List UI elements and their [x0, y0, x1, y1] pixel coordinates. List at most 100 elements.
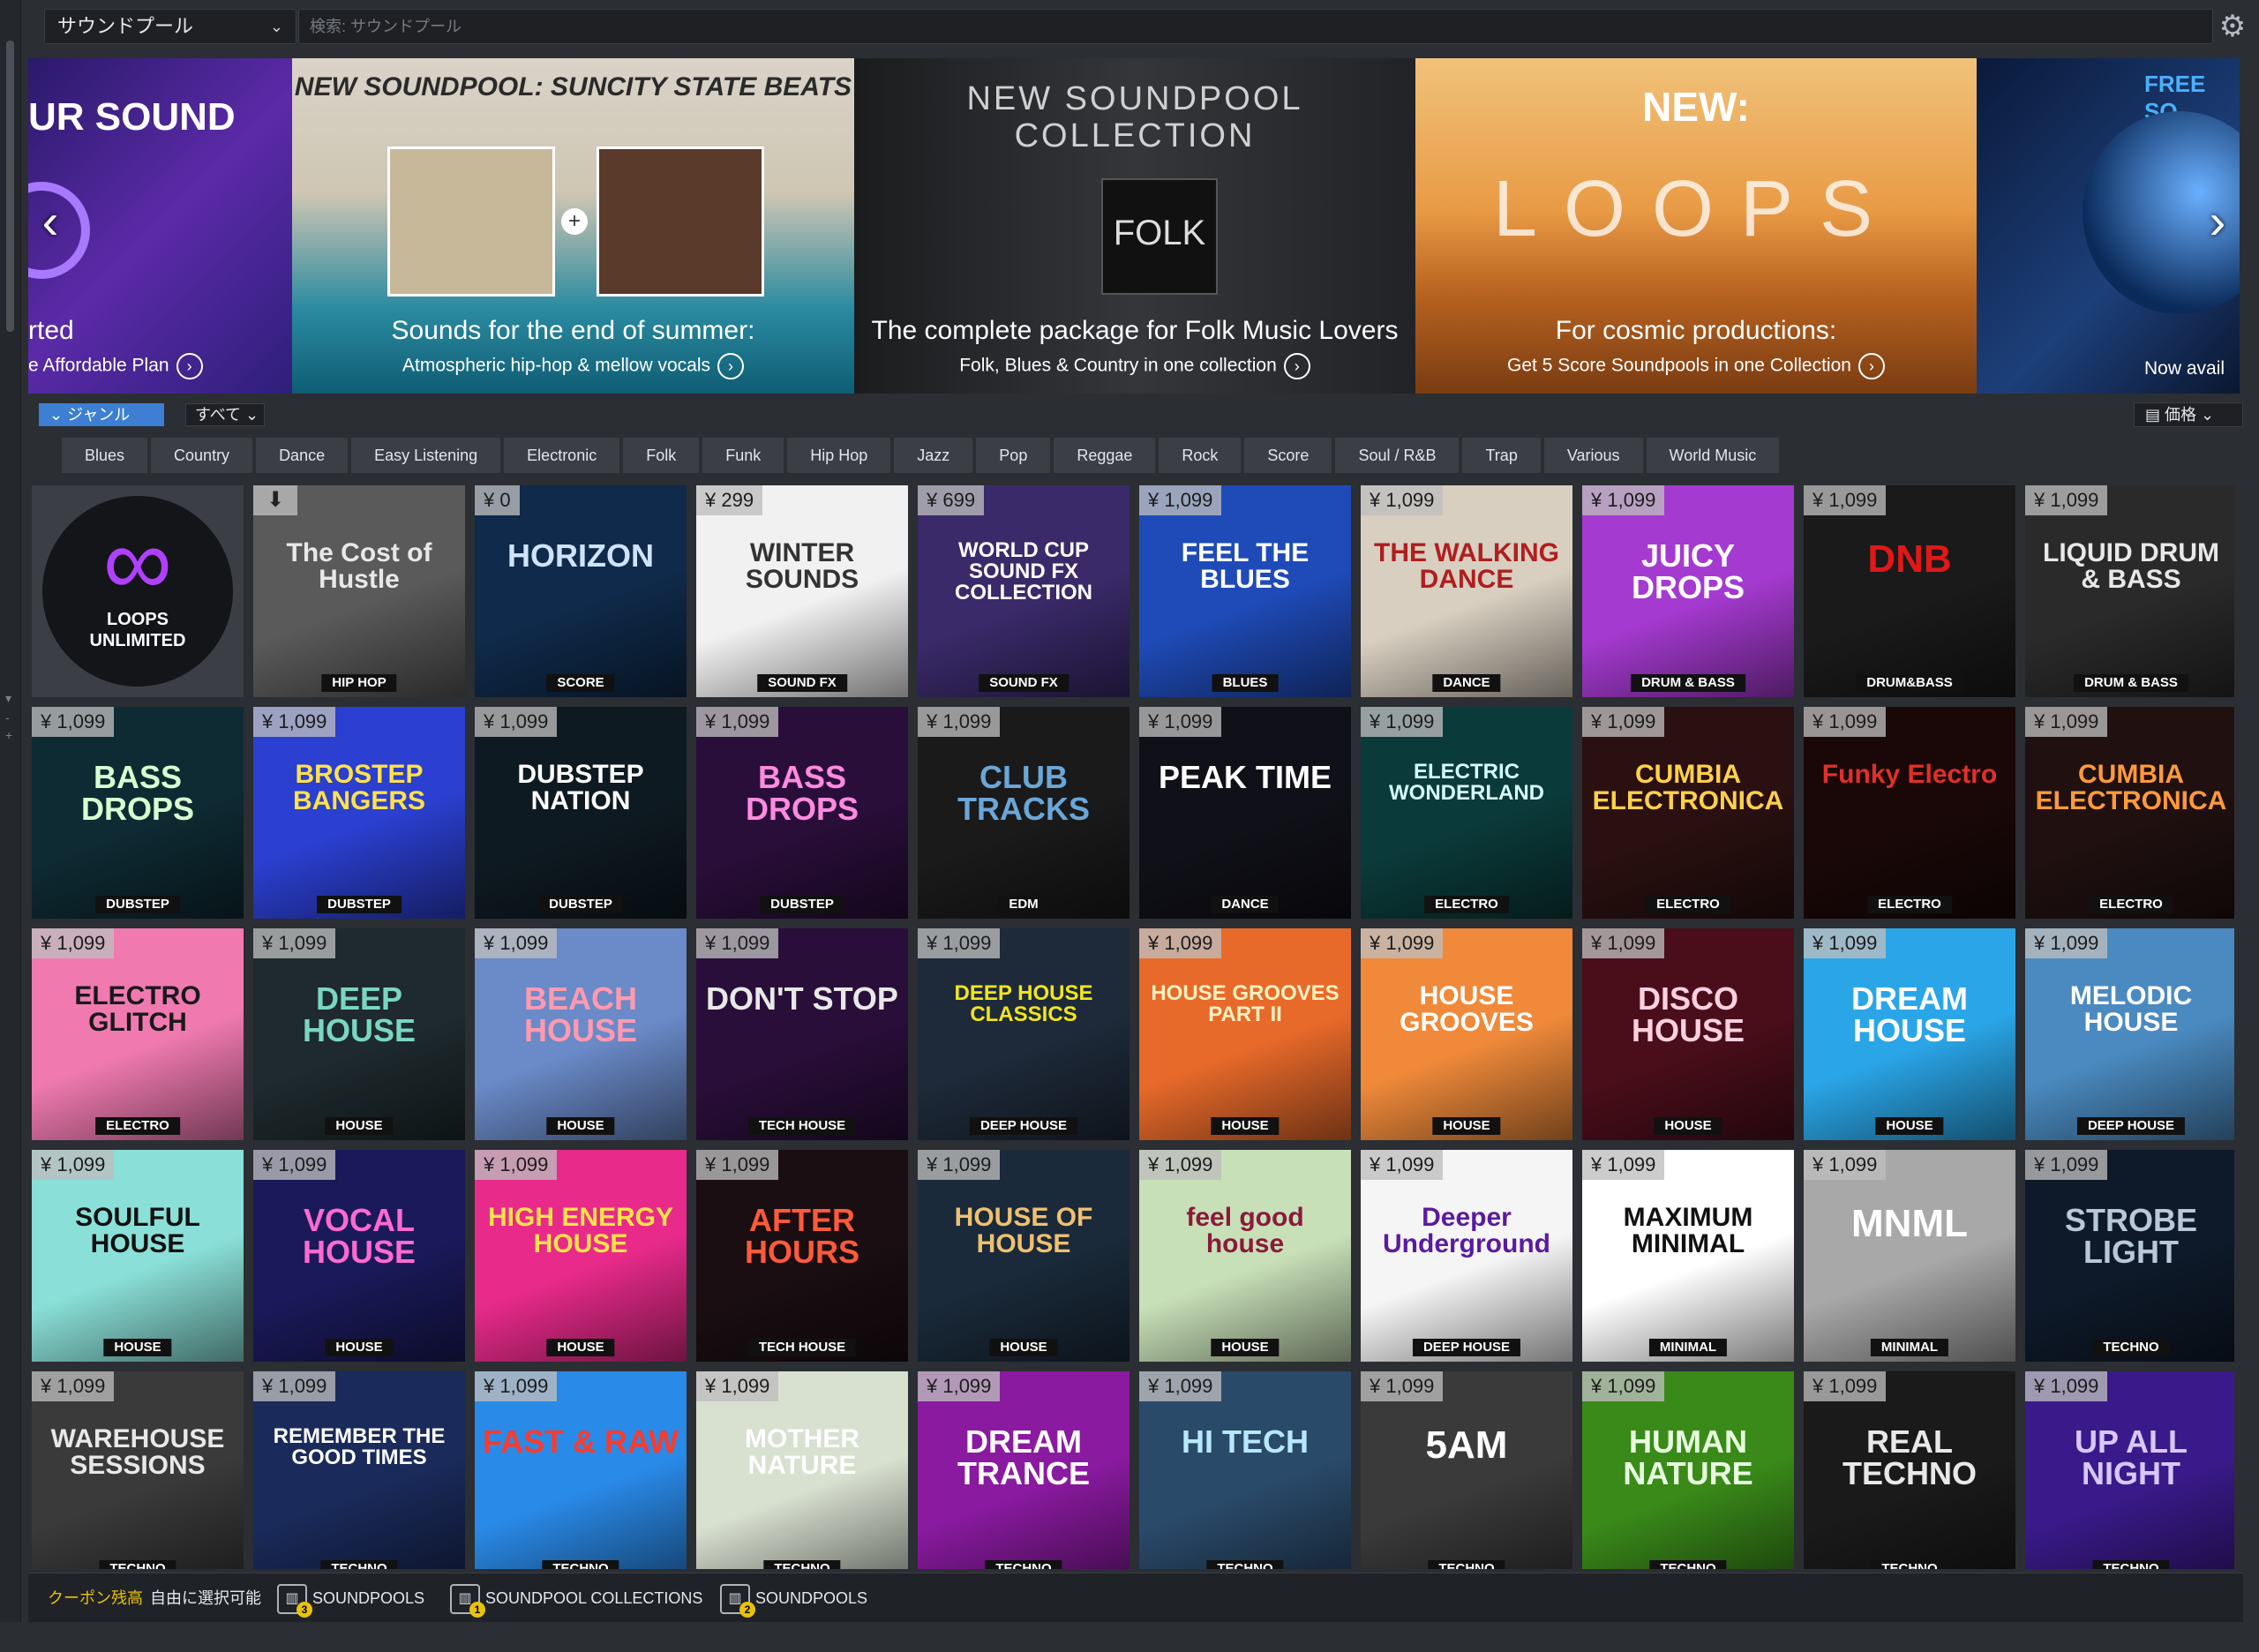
soundpool-tile[interactable]: ¥ 1,099 DEEP HOUSE CLASSICS DEEP HOUSE	[918, 928, 1130, 1140]
coupon-count: 3	[296, 1602, 312, 1618]
soundpool-tile[interactable]: ¥ 1,099 HOUSE GROOVES PART II HOUSE	[1139, 928, 1351, 1140]
soundpool-tile[interactable]: ¥ 1,099 HOUSE OF HOUSE HOUSE	[918, 1150, 1130, 1362]
gear-icon[interactable]: ⚙	[2215, 9, 2250, 44]
banner-title: NEW SOUNDPOOL COLLECTION	[966, 80, 1303, 154]
soundpool-tile[interactable]: ¥ 1,099 CUMBIA ELECTRONICA ELECTRO	[2025, 707, 2234, 919]
soundpool-tile[interactable]: ¥ 1,099 SOULFUL HOUSE HOUSE	[32, 1150, 244, 1362]
soundpool-tile[interactable]: ¥ 1,099 5AM TECHNO	[1361, 1371, 1572, 1569]
price-badge: ¥ 1,099	[1361, 928, 1444, 958]
soundpool-tile[interactable]: ¥ 1,099 DEEP HOUSE HOUSE	[253, 928, 465, 1140]
soundpool-tile[interactable]: ¥ 1,099 MAXIMUM MINIMAL MINIMAL	[1582, 1150, 1794, 1362]
carousel-prev-arrow-icon[interactable]: ‹	[28, 191, 72, 252]
all-select[interactable]: すべて ⌄	[185, 403, 265, 426]
soundpool-tile[interactable]: ¥ 299 WINTER SOUNDS SOUND FX	[696, 485, 908, 697]
soundpool-tile[interactable]: ¥ 1,099 DON'T STOP TECH HOUSE	[696, 928, 908, 1140]
genre-tab[interactable]: World Music	[1646, 438, 1780, 473]
soundpool-tile[interactable]: ¥ 1,099 DNB DRUM&BASS	[1804, 485, 2015, 697]
soundpool-tile[interactable]: ¥ 699 WORLD CUP SOUND FX COLLECTION SOUND …	[918, 485, 1130, 697]
coupon-item[interactable]: ▥ 3 SOUNDPOOLS	[277, 1573, 424, 1623]
soundpool-tile[interactable]: ¥ 1,099 ELECTRIC WONDERLAND ELECTRO	[1361, 707, 1572, 919]
minus-icon[interactable]: -	[5, 711, 10, 724]
price-badge: ¥ 1,099	[1139, 1371, 1222, 1401]
plus-icon[interactable]: +	[5, 729, 12, 741]
genre-tab[interactable]: Reggae	[1054, 438, 1156, 473]
coupon-item[interactable]: ▥ 2 SOUNDPOOLS	[720, 1573, 867, 1623]
genre-tab[interactable]: Funk	[702, 438, 784, 473]
banner-title: NEW SOUNDPOOL: SUNCITY STATE BEATS	[294, 72, 852, 101]
soundpool-tile[interactable]: ¥ 1,099 CLUB TRACKS EDM	[918, 707, 1130, 919]
banner-scifi-loops[interactable]: NEW: LOOPS For cosmic productions: Get 5…	[1415, 58, 1977, 394]
collapse-arrow-icon[interactable]: ▾	[5, 692, 11, 704]
soundpool-tile[interactable]: ¥ 1,099 MNML MINIMAL	[1804, 1150, 2015, 1362]
soundpool-tile[interactable]: ¥ 1,099 REAL TECHNO TECHNO	[1804, 1371, 2015, 1569]
genre-tab[interactable]: Country	[151, 438, 253, 473]
soundpool-tile[interactable]: ¥ 1,099 MELODIC HOUSE DEEP HOUSE	[2025, 928, 2234, 1140]
vertical-scrollbar-thumb[interactable]	[6, 41, 14, 332]
album-cover-image	[387, 146, 555, 297]
soundpool-tile[interactable]: ¥ 1,099 MOTHER NATURE TECHNO	[696, 1371, 908, 1569]
genre-tab[interactable]: Score	[1244, 438, 1332, 473]
soundpool-tile[interactable]: ¥ 1,099 REMEMBER THE GOOD TIMES TECHNO	[253, 1371, 465, 1569]
genre-tab[interactable]: Pop	[976, 438, 1051, 473]
soundpool-tile[interactable]: ¥ 1,099 HOUSE GROOVES HOUSE	[1361, 928, 1572, 1140]
soundpool-tile[interactable]: ¥ 1,099 Funky Electro ELECTRO	[1804, 707, 2015, 919]
soundpool-tile[interactable]: ¥ 1,099 HIGH ENERGY HOUSE HOUSE	[475, 1150, 687, 1362]
genre-tab[interactable]: Electronic	[504, 438, 620, 473]
carousel-next-arrow-icon[interactable]: ›	[2195, 191, 2240, 252]
soundpool-tile[interactable]: ¥ 1,099 DREAM TRANCE TECHNO	[918, 1371, 1130, 1569]
soundpool-tile[interactable]: ¥ 1,099 BASS DROPS DUBSTEP	[696, 707, 908, 919]
price-badge: ¥ 1,099	[1361, 1371, 1444, 1401]
source-select[interactable]: サウンドプール ⌄	[44, 9, 296, 44]
soundpool-tile[interactable]: ¥ 1,099 HI TECH TECHNO	[1139, 1371, 1351, 1569]
genre-tab[interactable]: Folk	[623, 438, 700, 473]
soundpool-tile[interactable]: ¥ 1,099 PEAK TIME DANCE	[1139, 707, 1351, 919]
price-badge: ¥ 1,099	[1582, 928, 1665, 958]
soundpool-tile[interactable]: ¥ 0 HORIZON SCORE	[475, 485, 687, 697]
soundpool-tile[interactable]: ¥ 1,099 DUBSTEP NATION DUBSTEP	[475, 707, 687, 919]
sort-select[interactable]: ▤ 価格 ⌄	[2134, 402, 2243, 427]
soundpool-tile[interactable]: ⬇ The Cost of Hustle HIP HOP	[253, 485, 465, 697]
genre-tab[interactable]: Easy Listening	[351, 438, 501, 473]
soundpool-tile[interactable]: ¥ 1,099 DREAM HOUSE HOUSE	[1804, 928, 2015, 1140]
genre-tab[interactable]: Dance	[256, 438, 349, 473]
soundpool-tile[interactable]: ¥ 1,099 FAST & RAW TECHNO	[475, 1371, 687, 1569]
soundpool-tile[interactable]: ¥ 1,099 STROBE LIGHT TECHNO	[2025, 1150, 2234, 1362]
soundpool-tile[interactable]: ∞ LOOPS UNLIMITED	[32, 485, 244, 697]
price-badge: ¥ 1,099	[1139, 1150, 1222, 1180]
soundpool-tile[interactable]: ¥ 1,099 FEEL THE BLUES BLUES	[1139, 485, 1351, 697]
genre-tab[interactable]: Hip Hop	[787, 438, 891, 473]
soundpool-tile[interactable]: ¥ 1,099 feel good house HOUSE	[1139, 1150, 1351, 1362]
soundpool-tile[interactable]: ¥ 1,099 VOCAL HOUSE HOUSE	[253, 1150, 465, 1362]
banner-suncity[interactable]: NEW SOUNDPOOL: SUNCITY STATE BEATS + Sou…	[292, 58, 854, 394]
soundpool-tile[interactable]: ¥ 1,099 LIQUID DRUM & BASS DRUM & BASS	[2025, 485, 2234, 697]
circle-arrow-icon: ›	[1857, 353, 1885, 379]
price-badge: ¥ 1,099	[1804, 707, 1887, 737]
banner-line2-wrap: Atmospheric hip-hop & mellow vocals ›	[292, 353, 854, 379]
soundpool-tile[interactable]: ¥ 1,099 CUMBIA ELECTRONICA ELECTRO	[1582, 707, 1794, 919]
soundpool-tile[interactable]: ¥ 1,099 UP ALL NIGHT TECHNO	[2025, 1371, 2234, 1569]
soundpool-tile[interactable]: ¥ 1,099 BEACH HOUSE HOUSE	[475, 928, 687, 1140]
genre-filter-toggle[interactable]: ⌄ ジャンル	[39, 403, 164, 426]
soundpool-tile[interactable]: ¥ 1,099 ELECTRO GLITCH ELECTRO	[32, 928, 244, 1140]
soundpool-tile[interactable]: ¥ 1,099 JUICY DROPS DRUM & BASS	[1582, 485, 1794, 697]
soundpool-tile[interactable]: ¥ 1,099 HUMAN NATURE TECHNO	[1582, 1371, 1794, 1569]
genre-tab[interactable]: Various	[1543, 438, 1643, 473]
soundpool-tile[interactable]: ¥ 1,099 BASS DROPS DUBSTEP	[32, 707, 244, 919]
soundpool-tile[interactable]: ¥ 1,099 AFTER HOURS TECH HOUSE	[696, 1150, 908, 1362]
genre-tab[interactable]: Soul / R&B	[1335, 438, 1460, 473]
soundpool-tile[interactable]: ¥ 1,099 WAREHOUSE SESSIONS TECHNO	[32, 1371, 244, 1569]
genre-tab[interactable]: Trap	[1462, 438, 1541, 473]
banner-folk[interactable]: NEW SOUNDPOOL COLLECTION FOLK The comple…	[854, 58, 1415, 394]
soundpool-tile[interactable]: ¥ 1,099 Deeper Underground DEEP HOUSE	[1361, 1150, 1572, 1362]
soundpool-tile[interactable]: ¥ 1,099 BROSTEP BANGERS DUBSTEP	[253, 707, 465, 919]
coupon-item[interactable]: ▥ 1 SOUNDPOOL COLLECTIONS	[450, 1573, 702, 1623]
genre-tab[interactable]: Jazz	[894, 438, 973, 473]
soundpool-tile[interactable]: ¥ 1,099 DISCO HOUSE HOUSE	[1582, 928, 1794, 1140]
search-input[interactable]: 検索: サウンドプール	[298, 9, 2213, 44]
genre-tab[interactable]: Blues	[62, 438, 148, 473]
tile-title: CUMBIA ELECTRONICA	[1592, 760, 1784, 815]
tile-title: DREAM TRANCE	[957, 1423, 1090, 1491]
soundpool-tile[interactable]: ¥ 1,099 THE WALKING DANCE DANCE	[1361, 485, 1572, 697]
genre-tab[interactable]: Rock	[1159, 438, 1242, 473]
download-icon[interactable]: ⬇	[253, 485, 297, 515]
